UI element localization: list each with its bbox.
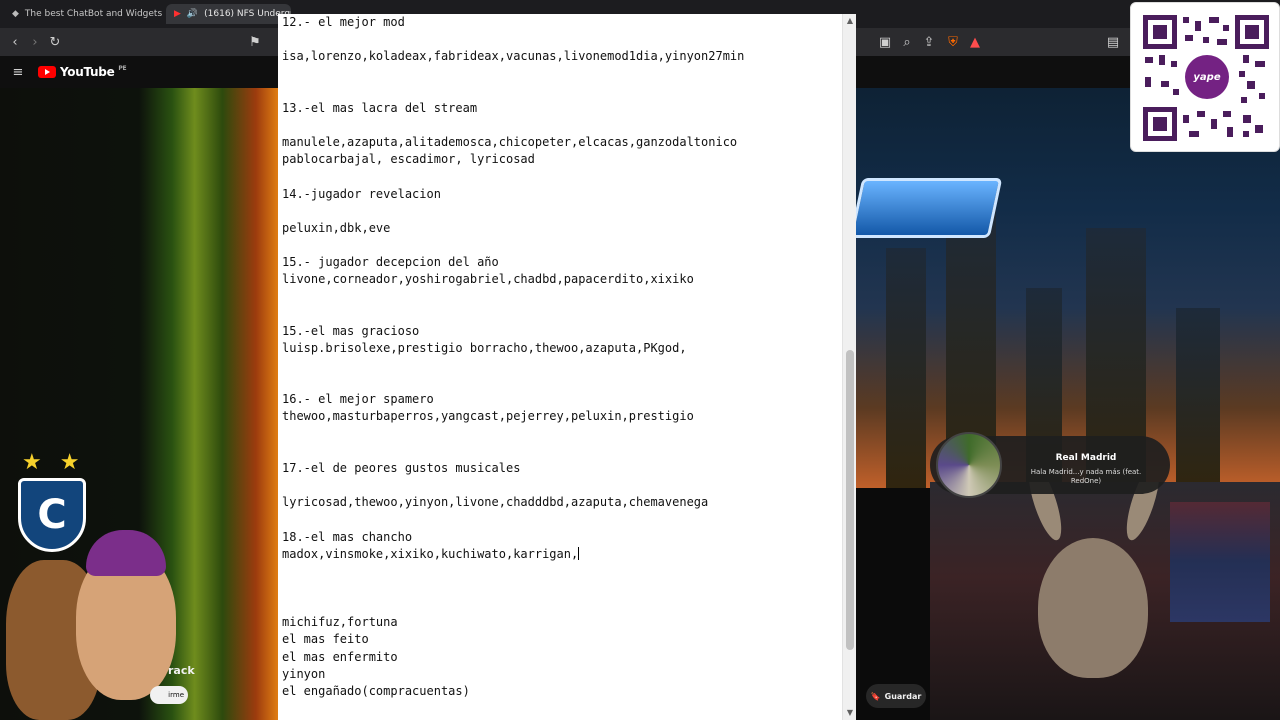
scroll-down-icon[interactable]: ▼: [845, 708, 855, 717]
qr-code-card: yape: [1130, 2, 1280, 152]
browser-tab[interactable]: ◆ The best ChatBot and Widgets for K: [4, 4, 162, 24]
speaker-icon: 🔊: [186, 9, 199, 19]
reload-icon[interactable]: ↻: [46, 33, 64, 51]
zoom-icon[interactable]: ⌕: [898, 33, 916, 51]
document-line[interactable]: luisp.brisolexe,prestigio borracho,thewo…: [282, 341, 687, 355]
document-line[interactable]: peluxin,dbk,eve: [282, 221, 390, 235]
rewards-icon[interactable]: ▲: [966, 33, 984, 51]
screenshot-icon[interactable]: ▣: [876, 33, 894, 51]
save-icon: 🔖: [870, 691, 881, 701]
document-scrollbar[interactable]: ▲ ▼: [842, 14, 856, 720]
song-title: Real Madrid: [1055, 453, 1117, 463]
screen: ◆ The best ChatBot and Widgets for K ▶ 🔊…: [0, 0, 1280, 720]
brave-shield-icon[interactable]: ⛨: [944, 33, 962, 51]
document-line[interactable]: 15.-el mas gracioso: [282, 324, 419, 338]
document-line[interactable]: manulele,azaputa,alitademosca,chicopeter…: [282, 135, 737, 149]
back-icon[interactable]: ‹: [6, 33, 24, 51]
scroll-up-icon[interactable]: ▲: [845, 16, 855, 25]
document-line[interactable]: madox,vinsmoke,xixiko,kuchiwato,karrigan…: [282, 546, 580, 561]
youtube-favicon-icon: ▶: [174, 9, 181, 19]
youtube-play-icon: [38, 66, 56, 78]
document-line[interactable]: livone,corneador,yoshirogabriel,chadbd,p…: [282, 272, 694, 286]
document-line[interactable]: 15.- jugador decepcion del año: [282, 255, 499, 269]
donkey-mask: [1038, 538, 1148, 678]
region-label: PE: [118, 65, 127, 72]
menu-icon[interactable]: ≡: [9, 63, 27, 81]
share-icon[interactable]: ⇪: [920, 33, 938, 51]
beanie: [86, 530, 166, 576]
track-label: rack: [168, 664, 195, 677]
document-line[interactable]: el mas feito: [282, 632, 369, 646]
document-line[interactable]: 14.-jugador revelacion: [282, 187, 441, 201]
youtube-logo-text: YouTube: [60, 65, 115, 79]
document-line[interactable]: michifuz,fortuna: [282, 615, 398, 629]
scroll-thumb[interactable]: [846, 350, 854, 650]
text-caret: [578, 546, 580, 560]
save-button[interactable]: 🔖 Guardar: [866, 684, 926, 708]
now-playing-widget: Real Madrid Hala Madrid...y nada más (fe…: [930, 432, 1170, 498]
document-line[interactable]: 12.- el mejor mod: [282, 15, 405, 29]
document-line[interactable]: 13.-el mas lacra del stream: [282, 101, 477, 115]
document-line[interactable]: el engañado(compracuentas): [282, 684, 470, 698]
webcam-feed: [930, 482, 1280, 720]
game-logo: [849, 178, 1003, 238]
subscribe-button[interactable]: irme: [150, 686, 188, 704]
document-line[interactable]: lyricosad,thewoo,yinyon,livone,chadddbd,…: [282, 495, 708, 509]
background-shelf: [1170, 502, 1270, 622]
sidebar-icon[interactable]: ▤: [1104, 33, 1122, 51]
document-line[interactable]: pablocarbajal, escadimor, lyricosad: [282, 152, 535, 166]
bookmark-icon[interactable]: ⚑: [246, 33, 264, 51]
text-document[interactable]: 12.- el mejor mod isa,lorenzo,koladeax,fa…: [278, 14, 856, 720]
youtube-logo[interactable]: YouTube PE: [38, 65, 127, 79]
save-label: Guardar: [884, 691, 922, 701]
yape-logo: yape: [1185, 55, 1229, 99]
document-line[interactable]: yinyon: [282, 667, 325, 681]
document-line[interactable]: 18.-el mas chancho: [282, 530, 412, 544]
album-art: [936, 432, 1002, 498]
stars-icon: ★★: [22, 450, 98, 475]
song-subtitle: Hala Madrid...y nada más (feat. RedOne): [1030, 468, 1142, 485]
document-line[interactable]: el mas enfermito: [282, 650, 398, 664]
tab-title: The best ChatBot and Widgets for K: [24, 9, 162, 19]
document-line[interactable]: thewoo,masturbaperros,yangcast,pejerrey,…: [282, 409, 694, 423]
document-line[interactable]: isa,lorenzo,koladeax,fabrideax,vacunas,l…: [282, 49, 744, 63]
forward-icon[interactable]: ›: [26, 33, 44, 51]
document-line[interactable]: 16.- el mejor spamero: [282, 392, 434, 406]
browser-tab-active[interactable]: ▶ 🔊 (1616) NFS Underground 2: [166, 4, 291, 24]
document-line[interactable]: 17.-el de peores gustos musicales: [282, 461, 520, 475]
tab-favicon-icon: ◆: [12, 9, 19, 19]
